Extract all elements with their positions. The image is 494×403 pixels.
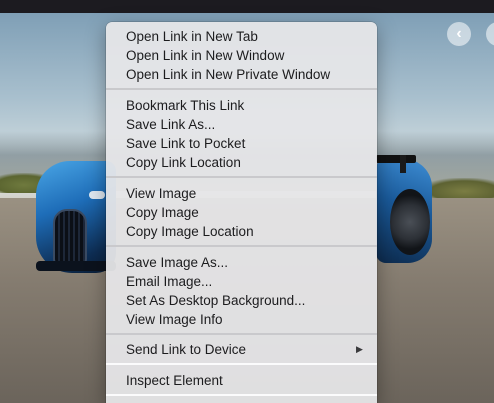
menu-item-bookmark-link[interactable]: Bookmark This Link xyxy=(106,96,377,115)
menu-separator xyxy=(106,88,377,90)
chevron-left-icon[interactable]: ‹ xyxy=(447,22,471,46)
menu-item-label: Copy Link Location xyxy=(126,155,241,170)
menu-item-label: Bookmark This Link xyxy=(126,98,245,113)
menu-item-label: Save Link As... xyxy=(126,117,216,132)
menu-item-copy-link-location[interactable]: Copy Link Location xyxy=(106,153,377,172)
menu-item-label: Copy Image xyxy=(126,205,199,220)
menu-item-open-link-private-window[interactable]: Open Link in New Private Window xyxy=(106,65,377,84)
triangle-right-icon: ▶ xyxy=(356,344,363,354)
menu-item-label: Save Image As... xyxy=(126,255,229,270)
menu-item-label: Save Link to Pocket xyxy=(126,136,246,151)
menu-item-label: Open Link in New Window xyxy=(126,48,285,63)
menu-item-open-link-new-window[interactable]: Open Link in New Window xyxy=(106,46,377,65)
menu-item-copy-image[interactable]: Copy Image xyxy=(106,203,377,222)
front-splitter xyxy=(36,261,116,271)
wing-strut xyxy=(400,155,406,173)
menu-item-inspect-element[interactable]: Inspect Element xyxy=(106,371,377,390)
menu-item-send-link-to-device[interactable]: Send Link to Device ▶ xyxy=(106,340,377,359)
menu-separator xyxy=(106,176,377,178)
menu-item-view-image-info[interactable]: View Image Info xyxy=(106,310,377,329)
menu-separator xyxy=(106,333,377,335)
headlight xyxy=(89,191,105,199)
menu-item-label: Open Link in New Private Window xyxy=(126,67,331,82)
context-menu: Open Link in New Tab Open Link in New Wi… xyxy=(106,22,377,403)
car-front xyxy=(36,161,116,273)
car-grille xyxy=(53,209,87,267)
menu-item-label: Set As Desktop Background... xyxy=(126,293,306,308)
menu-item-label: Copy Image Location xyxy=(126,224,254,239)
menu-item-email-image[interactable]: Email Image... xyxy=(106,272,377,291)
rear-wing xyxy=(376,155,416,163)
menu-item-label: Send Link to Device xyxy=(126,342,247,357)
car-wheel xyxy=(390,189,430,255)
menu-separator xyxy=(106,394,377,396)
menu-item-save-link-as[interactable]: Save Link As... xyxy=(106,115,377,134)
menu-item-set-desktop-background[interactable]: Set As Desktop Background... xyxy=(106,291,377,310)
menu-separator xyxy=(106,245,377,247)
menu-item-label: View Image Info xyxy=(126,312,223,327)
menu-item-copy-image-location[interactable]: Copy Image Location xyxy=(106,222,377,241)
menu-item-save-image-as[interactable]: Save Image As... xyxy=(106,253,377,272)
menu-item-view-image[interactable]: View Image xyxy=(106,184,377,203)
menu-item-label: View Image xyxy=(126,186,197,201)
menu-item-label: Inspect Element xyxy=(126,373,223,388)
menu-item-open-link-new-tab[interactable]: Open Link in New Tab xyxy=(106,27,377,46)
menu-item-save-link-pocket[interactable]: Save Link to Pocket xyxy=(106,134,377,153)
menu-separator xyxy=(106,363,377,365)
menu-item-label: Open Link in New Tab xyxy=(126,29,258,44)
menu-item-label: Email Image... xyxy=(126,274,213,289)
browser-top-bar xyxy=(0,0,494,13)
car-rear xyxy=(376,155,432,263)
